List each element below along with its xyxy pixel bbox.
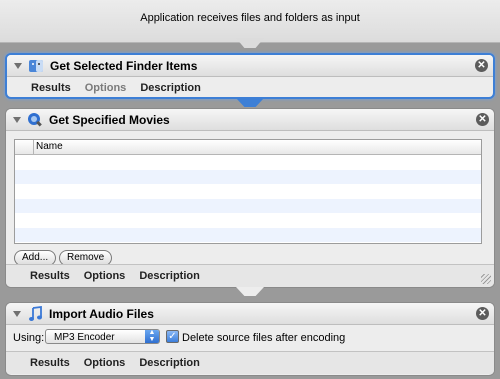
action-get-selected-finder-items[interactable]: Get Selected Finder Items ✕ Results Opti… [5,53,495,99]
finder-icon [29,59,43,72]
tab-description[interactable]: Description [140,82,201,94]
action-footer: Results Options Description [6,264,494,287]
action-title-bar[interactable]: Get Specified Movies ✕ [6,109,494,131]
table-row[interactable] [15,155,481,170]
close-icon[interactable]: ✕ [476,113,489,126]
encoder-selected-value: MP3 Encoder [54,332,115,343]
encoder-select[interactable]: MP3 Encoder ▲ ▼ [45,329,160,344]
action-get-specified-movies[interactable]: Get Specified Movies ✕ Name Add... Remov… [5,108,495,288]
action-tabs: Results Options Description [6,265,494,287]
action-title: Get Specified Movies [49,112,170,127]
action-footer: Results Options Description [6,351,494,374]
movies-table[interactable]: Name [14,139,482,244]
input-description: Application receives files and folders a… [140,12,360,24]
tab-options[interactable]: Options [85,82,127,94]
close-icon[interactable]: ✕ [476,307,489,320]
table-row[interactable] [15,184,481,199]
delete-source-label[interactable]: Delete source files after encoding [182,332,345,344]
tab-description[interactable]: Description [139,270,200,282]
action-tabs: Results Options Description [6,352,494,374]
disclosure-triangle-icon[interactable] [13,116,21,123]
table-row[interactable] [15,227,481,242]
tab-results[interactable]: Results [30,357,70,369]
action-import-audio-files[interactable]: Import Audio Files ✕ Using: MP3 Encoder … [5,302,495,376]
import-options: Using: MP3 Encoder ▲ ▼ ✓ Delete source fi… [6,325,494,351]
column-separator [33,140,34,154]
action-title-bar[interactable]: Get Selected Finder Items ✕ [7,55,493,77]
quicktime-icon [28,112,42,127]
action-tabs: Results Options Description [7,77,493,97]
header-connector [236,38,264,48]
table-header: Name [15,140,481,155]
tab-description[interactable]: Description [139,357,200,369]
action-title: Get Selected Finder Items [50,58,198,73]
disclosure-triangle-icon[interactable] [13,310,21,317]
table-row[interactable] [15,213,481,228]
action-connector [236,98,264,107]
tab-options[interactable]: Options [84,357,126,369]
using-label: Using: [13,332,45,344]
action-title: Import Audio Files [49,306,154,321]
delete-source-checkbox[interactable]: ✓ [166,330,179,343]
column-header-name[interactable]: Name [36,140,63,154]
tab-options[interactable]: Options [84,270,126,282]
select-arrows-icon: ▲ ▼ [145,329,159,343]
tab-results[interactable]: Results [31,82,71,94]
disclosure-triangle-icon[interactable] [14,62,22,69]
resize-handle[interactable] [481,274,491,284]
music-note-icon [29,305,42,321]
table-row[interactable] [15,169,481,184]
close-icon[interactable]: ✕ [475,59,488,72]
tab-results[interactable]: Results [30,270,70,282]
workflow-input-header: Application receives files and folders a… [0,0,500,43]
table-row[interactable] [15,198,481,213]
action-connector [236,287,264,296]
action-title-bar[interactable]: Import Audio Files ✕ [6,303,494,325]
